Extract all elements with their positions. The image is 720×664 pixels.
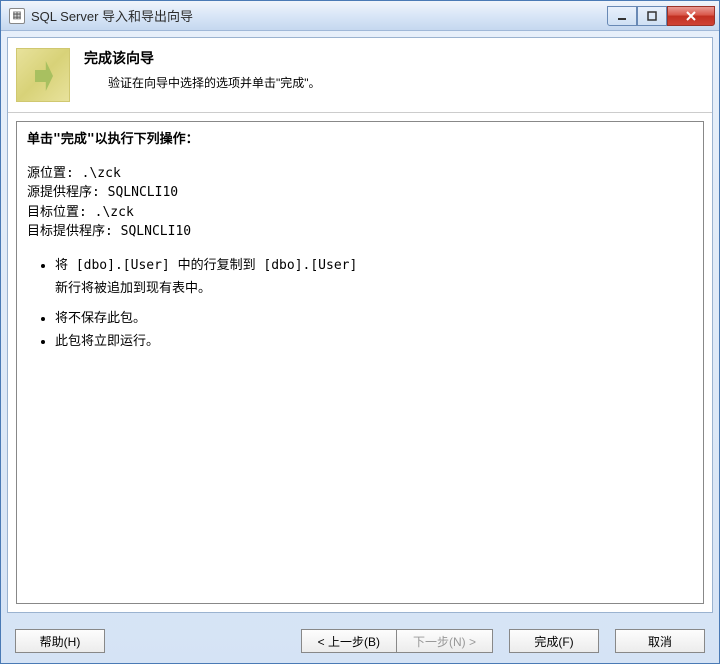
summary-panel: 单击"完成"以执行下列操作： 源位置: .\zck 源提供程序: SQLNCLI… bbox=[16, 121, 704, 604]
window-title: SQL Server 导入和导出向导 bbox=[31, 6, 607, 25]
page-title: 完成该向导 bbox=[84, 48, 321, 68]
list-item: 此包将立即运行。 bbox=[55, 332, 693, 352]
source-provider: 源提供程序: SQLNCLI10 bbox=[27, 183, 693, 203]
content-frame: 完成该向导 验证在向导中选择的选项并单击"完成"。 单击"完成"以执行下列操作：… bbox=[7, 37, 713, 613]
dest-location: 目标位置: .\zck bbox=[27, 203, 693, 223]
header-text: 完成该向导 验证在向导中选择的选项并单击"完成"。 bbox=[84, 48, 321, 91]
list-item: 新行将被追加到现有表中。 bbox=[55, 279, 693, 299]
source-dest-info: 源位置: .\zck 源提供程序: SQLNCLI10 目标位置: .\zck … bbox=[27, 164, 693, 242]
actions-list-2: 将不保存此包。 此包将立即运行。 bbox=[27, 309, 693, 352]
window-controls bbox=[607, 6, 715, 26]
wizard-icon bbox=[16, 48, 70, 102]
summary-heading: 单击"完成"以执行下列操作： bbox=[27, 130, 693, 150]
minimize-button[interactable] bbox=[607, 6, 637, 26]
back-button[interactable]: < 上一步(B) bbox=[301, 629, 397, 653]
dest-provider: 目标提供程序: SQLNCLI10 bbox=[27, 222, 693, 242]
wizard-window: ▦ SQL Server 导入和导出向导 完成该向导 验证在向导中选择的选项并单… bbox=[0, 0, 720, 664]
app-icon: ▦ bbox=[9, 8, 25, 24]
button-bar: 帮助(H) < 上一步(B) 下一步(N) > 完成(F) 取消 bbox=[1, 619, 719, 663]
minimize-icon bbox=[617, 11, 627, 21]
page-subtitle: 验证在向导中选择的选项并单击"完成"。 bbox=[84, 74, 321, 91]
titlebar[interactable]: ▦ SQL Server 导入和导出向导 bbox=[1, 1, 719, 31]
actions-list-1: 将 [dbo].[User] 中的行复制到 [dbo].[User] 新行将被追… bbox=[27, 256, 693, 299]
list-item: 将 [dbo].[User] 中的行复制到 [dbo].[User] bbox=[55, 256, 693, 276]
help-button[interactable]: 帮助(H) bbox=[15, 629, 105, 653]
source-location: 源位置: .\zck bbox=[27, 164, 693, 184]
nav-button-group: < 上一步(B) 下一步(N) > bbox=[301, 629, 493, 653]
maximize-button[interactable] bbox=[637, 6, 667, 26]
list-item: 将不保存此包。 bbox=[55, 309, 693, 329]
close-icon bbox=[685, 10, 697, 22]
next-button: 下一步(N) > bbox=[397, 629, 493, 653]
finish-button[interactable]: 完成(F) bbox=[509, 629, 599, 653]
close-button[interactable] bbox=[667, 6, 715, 26]
maximize-icon bbox=[647, 11, 657, 21]
wizard-header: 完成该向导 验证在向导中选择的选项并单击"完成"。 bbox=[8, 38, 712, 113]
cancel-button[interactable]: 取消 bbox=[615, 629, 705, 653]
